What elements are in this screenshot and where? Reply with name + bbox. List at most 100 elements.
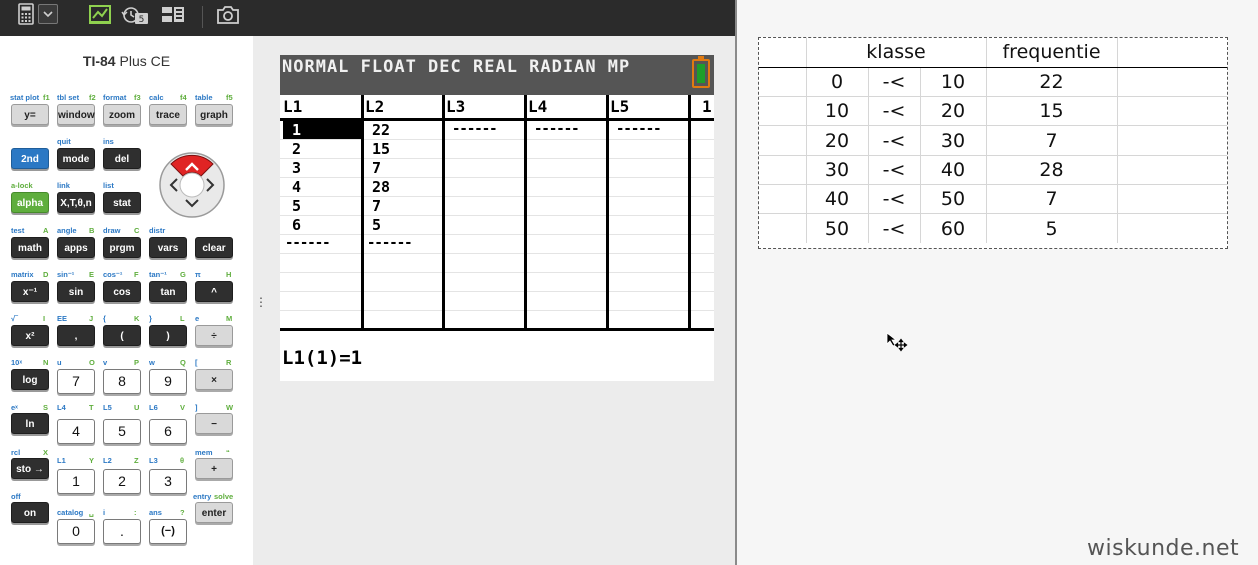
l2-cell[interactable]: 28 (372, 178, 390, 196)
calculator-model: TI-84 Plus CE (0, 53, 253, 69)
list-header-l2[interactable]: L2 (365, 97, 384, 116)
key-label: X (43, 448, 49, 457)
l2-cell[interactable]: 22 (372, 121, 390, 139)
l1-cell[interactable]: 1 (292, 121, 301, 139)
key-xtn[interactable]: X,T,θ,n (57, 192, 95, 213)
key-power[interactable]: ^ (195, 281, 233, 302)
key-y-equals[interactable]: y= (11, 104, 49, 125)
calculator-screen-panel: ⋮ NORMAL FLOAT DEC REAL RADIAN MP L1 L2 … (253, 36, 735, 565)
key-zoom[interactable]: zoom (103, 104, 141, 125)
class-upper: 60 (919, 213, 987, 244)
key-comma[interactable]: , (57, 325, 95, 346)
key-clear[interactable]: clear (195, 237, 233, 258)
l1-cell[interactable]: 4 (292, 178, 301, 196)
history-icon[interactable]: 5 (120, 3, 150, 27)
l1-cell[interactable]: 3 (292, 159, 301, 177)
key-label: tbl set (57, 93, 80, 102)
key-label: rcl (11, 448, 21, 457)
key-apps[interactable]: apps (57, 237, 95, 258)
key-enter[interactable]: enter (195, 502, 233, 523)
key-label: entry (193, 492, 212, 501)
key-negative[interactable]: (−) (149, 519, 187, 544)
key-1[interactable]: 1 (57, 469, 95, 494)
key-graph[interactable]: graph (195, 104, 233, 125)
key-cos[interactable]: cos (103, 281, 141, 302)
key-0[interactable]: 0 (57, 519, 95, 544)
battery-icon (692, 56, 710, 88)
list-header-l3[interactable]: L3 (446, 97, 465, 116)
l2-cell[interactable]: 15 (372, 140, 390, 158)
key-4[interactable]: 4 (57, 419, 95, 444)
key-7[interactable]: 7 (57, 369, 95, 394)
table-row: 20 -< 30 7 (759, 125, 1227, 156)
table-row: 30 -< 40 28 (759, 154, 1227, 185)
empty-list-marker: ------ (452, 121, 498, 137)
key-prgm[interactable]: prgm (103, 237, 141, 258)
key-2[interactable]: 2 (103, 469, 141, 494)
key-mode[interactable]: mode (57, 148, 95, 169)
key-stat[interactable]: stat (103, 192, 141, 213)
toolbar-divider (202, 6, 203, 28)
key-tan[interactable]: tan (149, 281, 187, 302)
key-ln[interactable]: ln (11, 413, 49, 434)
list-header-l4[interactable]: L4 (528, 97, 547, 116)
toolbar: 5 (0, 0, 735, 36)
camera-icon[interactable] (216, 3, 240, 27)
list-header-page: 1 (702, 97, 712, 116)
key-minus[interactable]: − (195, 413, 233, 434)
key-vars[interactable]: vars (149, 237, 187, 258)
key-store[interactable]: sto → (11, 458, 49, 479)
key-label: a-lock (11, 181, 33, 190)
frequency-table: klasse frequentie 0 -< 10 22 10 -< 20 15 (759, 38, 1227, 244)
end-of-list-marker: ------ (285, 235, 331, 251)
calculator-icon[interactable] (14, 2, 38, 26)
l2-cell[interactable]: 7 (372, 159, 381, 177)
key-divide[interactable]: ÷ (195, 325, 233, 346)
key-label: v (103, 358, 108, 367)
key-label: u (57, 358, 62, 367)
key-on[interactable]: on (11, 502, 49, 523)
key-alpha[interactable]: alpha (11, 192, 49, 213)
key-9[interactable]: 9 (149, 369, 187, 394)
key-log[interactable]: log (11, 369, 49, 390)
key-inverse[interactable]: x⁻¹ (11, 281, 49, 302)
key-decimal[interactable]: . (103, 519, 141, 544)
key-label: B (89, 226, 95, 235)
key-math[interactable]: math (11, 237, 49, 258)
key-close-paren[interactable]: ) (149, 325, 187, 346)
resize-handle[interactable]: ⋮ (255, 296, 267, 308)
key-label: ␣ (89, 508, 94, 517)
key-label: f5 (226, 93, 233, 102)
frequency-value: 22 (985, 66, 1118, 98)
key-trace[interactable]: trace (149, 104, 187, 125)
document-area: klasse frequentie 0 -< 10 22 10 -< 20 15 (737, 0, 1258, 565)
document-icon[interactable] (87, 3, 113, 27)
l1-cell[interactable]: 6 (292, 216, 301, 234)
list-header-l1[interactable]: L1 (283, 97, 302, 116)
key-multiply[interactable]: × (195, 369, 233, 390)
l1-cell[interactable]: 2 (292, 140, 301, 158)
chevron-down-icon[interactable] (38, 4, 58, 24)
key-del[interactable]: del (103, 148, 141, 169)
key-label: O (89, 358, 95, 367)
key-label: format (103, 93, 127, 102)
key-square[interactable]: x² (11, 325, 49, 346)
list-header-l5[interactable]: L5 (610, 97, 629, 116)
empty-list-marker: ------ (616, 121, 662, 137)
key-8[interactable]: 8 (103, 369, 141, 394)
key-open-paren[interactable]: ( (103, 325, 141, 346)
key-2nd[interactable]: 2nd (11, 148, 49, 169)
key-label: Z (134, 456, 139, 465)
layout-icon[interactable] (160, 3, 186, 27)
key-5[interactable]: 5 (103, 419, 141, 444)
key-label: f1 (43, 93, 50, 102)
key-window[interactable]: window (57, 104, 95, 125)
key-sin[interactable]: sin (57, 281, 95, 302)
key-6[interactable]: 6 (149, 419, 187, 444)
key-label: K (134, 314, 140, 323)
key-3[interactable]: 3 (149, 469, 187, 494)
l2-cell[interactable]: 7 (372, 197, 381, 215)
key-plus[interactable]: + (195, 458, 233, 479)
l2-cell[interactable]: 5 (372, 216, 381, 234)
l1-cell[interactable]: 5 (292, 197, 301, 215)
